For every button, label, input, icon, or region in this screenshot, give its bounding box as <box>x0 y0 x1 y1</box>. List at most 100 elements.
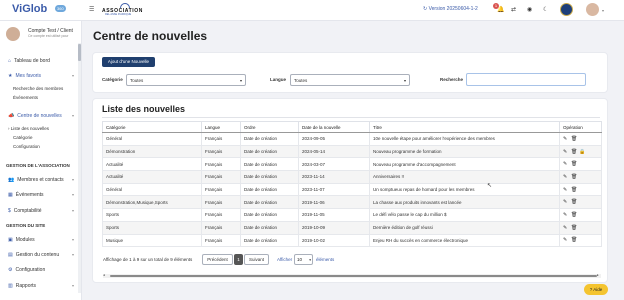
sidebar-item-modules[interactable]: ▣ Modules <box>8 237 35 243</box>
chevron-down-icon[interactable]: ▾ <box>602 8 604 13</box>
edit-icon[interactable]: ✎ <box>563 199 571 205</box>
cell-date: 2024-05-14 <box>298 144 370 159</box>
category-label: Catégorie <box>102 77 123 82</box>
cell-order: Date de création <box>240 132 299 146</box>
app-logo[interactable]: ViGlob <box>12 3 47 15</box>
sidebar-item-accounting[interactable]: $ Comptabilité <box>8 208 42 214</box>
sidebar-item-favorites[interactable]: ★ Mes favoris <box>8 73 41 79</box>
cell-language: Français <box>201 182 241 197</box>
sidebar-item-configuration[interactable]: ⚙ Configuration <box>8 267 45 273</box>
pagination-info: Affichage de 1 à 9 sur un total de 9 élé… <box>103 257 193 262</box>
sidebar-item-events[interactable]: ▦ Événements <box>8 192 44 198</box>
add-news-button[interactable]: Ajout d'une Nouvelle <box>102 57 155 67</box>
moon-icon[interactable]: ☾ <box>543 6 548 13</box>
sidebar-item-member-search[interactable]: Recherche des membres <box>13 86 63 91</box>
sidebar-item-news-list[interactable]: › Liste des nouvelles <box>8 126 49 131</box>
cell-operation: ✎ 🗑 <box>559 132 602 146</box>
column-header-date[interactable]: Date de la nouvelle <box>298 121 370 133</box>
scroll-left-icon[interactable]: ◂ <box>103 273 105 277</box>
cell-operation: ✎ 🗑 🔒 <box>559 144 602 159</box>
chevron-down-icon: ▾ <box>72 252 75 257</box>
trash-icon[interactable]: 🗑 <box>571 199 579 205</box>
sidebar-scroll-thumb[interactable] <box>78 44 81 61</box>
cell-order: Date de création <box>240 208 299 222</box>
chevron-down-icon: ▾ <box>309 258 311 262</box>
file-icon: ▤ <box>8 252 13 258</box>
lock-icon[interactable]: 🔒 <box>579 149 587 155</box>
cell-order: Date de création <box>240 182 299 197</box>
edit-icon[interactable]: ✎ <box>563 212 571 218</box>
column-header-order[interactable]: Ordre <box>240 121 299 133</box>
bell-icon[interactable]: 🔔 <box>497 6 504 13</box>
table-scroll-thumb[interactable] <box>110 275 597 277</box>
scroll-right-icon[interactable]: ▸ <box>597 273 599 277</box>
column-header-language[interactable]: Langue <box>201 121 241 133</box>
cell-category: Actualité <box>102 170 202 184</box>
sidebar-item-members[interactable]: 👥 Membres et contacts <box>8 177 64 183</box>
sidebar-item-reports[interactable]: ▥ Rapports <box>8 283 36 289</box>
edit-icon[interactable]: ✎ <box>563 161 571 167</box>
eye-icon[interactable]: ◉ <box>527 6 532 13</box>
dollar-icon: $ <box>8 208 11 214</box>
star-icon: ★ <box>8 73 13 79</box>
cell-language: Français <box>201 195 241 210</box>
hamburger-icon[interactable]: ☰ <box>89 6 94 13</box>
trash-icon[interactable]: 🗑 <box>571 212 579 218</box>
trash-icon[interactable]: 🗑 <box>571 136 579 142</box>
table-row: Musique Français Date de création 2019-1… <box>102 233 602 248</box>
edit-icon[interactable]: ✎ <box>563 136 571 142</box>
chevron-down-icon: ▾ <box>72 237 75 242</box>
version-text: Version 20250604-1-2 <box>428 6 478 12</box>
news-table: Catégorie Langue Ordre Date de la nouvel… <box>102 121 602 248</box>
sidebar-item-events-favorite[interactable]: Événements <box>13 95 38 100</box>
previous-page-button[interactable]: Précédent <box>202 254 233 265</box>
sidebar-item-news-center[interactable]: 📣 Centre de nouvelles <box>8 113 62 119</box>
help-icon: ? <box>589 287 593 292</box>
search-input[interactable] <box>466 73 586 86</box>
edit-icon[interactable]: ✎ <box>563 187 571 193</box>
trash-icon[interactable]: 🗑 <box>571 187 579 193</box>
table-row: Démonstration Français Date de création … <box>102 144 602 159</box>
column-header-title[interactable]: Titre <box>369 121 560 133</box>
cell-language: Français <box>201 208 241 222</box>
sidebar-item-configuration-news[interactable]: Configuration <box>13 144 40 149</box>
cell-date: 2023-11-14 <box>298 170 370 184</box>
search-label: Recherche <box>440 77 464 82</box>
trash-icon[interactable]: 🗑 <box>571 161 579 167</box>
language-select[interactable]: Toutes ▾ <box>290 74 410 86</box>
edit-icon[interactable]: ✎ <box>563 174 571 180</box>
trash-icon[interactable]: 🗑 <box>571 237 579 243</box>
cell-operation: ✎ 🗑 <box>559 182 602 197</box>
switch-icon[interactable]: ⇄ <box>511 6 516 13</box>
edit-icon[interactable]: ✎ <box>563 237 571 243</box>
page-1-button[interactable]: 1 <box>234 254 243 265</box>
trash-icon[interactable]: 🗑 <box>571 174 579 180</box>
cell-category: Général <box>102 182 202 197</box>
section-association: GESTION DE L'ASSOCIATION <box>6 163 70 168</box>
users-icon: 👥 <box>8 177 15 183</box>
sidebar-item-dashboard[interactable]: ⌂ Tableau de bord <box>8 58 50 64</box>
association-emblem[interactable] <box>560 3 573 16</box>
user-avatar[interactable] <box>586 3 599 16</box>
trash-icon[interactable]: 🗑 <box>571 149 579 155</box>
chevron-down-icon: ▾ <box>72 73 75 78</box>
edit-icon[interactable]: ✎ <box>563 149 571 155</box>
cell-category: Général <box>102 132 202 146</box>
version-label[interactable]: ↻ Version 20250604-1-2 <box>423 6 478 12</box>
next-page-button[interactable]: Suivant <box>244 254 269 265</box>
divider <box>102 117 600 118</box>
page-size-select[interactable]: 10 ▾ <box>294 254 313 265</box>
language-label: Langue <box>270 77 287 82</box>
sidebar-item-label: Événements <box>15 192 44 198</box>
edit-icon[interactable]: ✎ <box>563 225 571 231</box>
column-header-category[interactable]: Catégorie <box>102 121 202 133</box>
cell-date: 2024-09-05 <box>298 132 370 146</box>
category-select[interactable]: Toutes ▾ <box>126 74 246 86</box>
sidebar-item-content[interactable]: ▤ Gestion du contenu <box>8 252 59 258</box>
trash-icon[interactable]: 🗑 <box>571 225 579 231</box>
sidebar-item-category[interactable]: Catégorie <box>13 135 33 140</box>
cell-language: Français <box>201 220 241 235</box>
sidebar-scrollbar[interactable] <box>78 43 81 293</box>
help-button[interactable]: ? Aide <box>584 284 608 295</box>
cell-operation: ✎ 🗑 <box>559 208 602 222</box>
